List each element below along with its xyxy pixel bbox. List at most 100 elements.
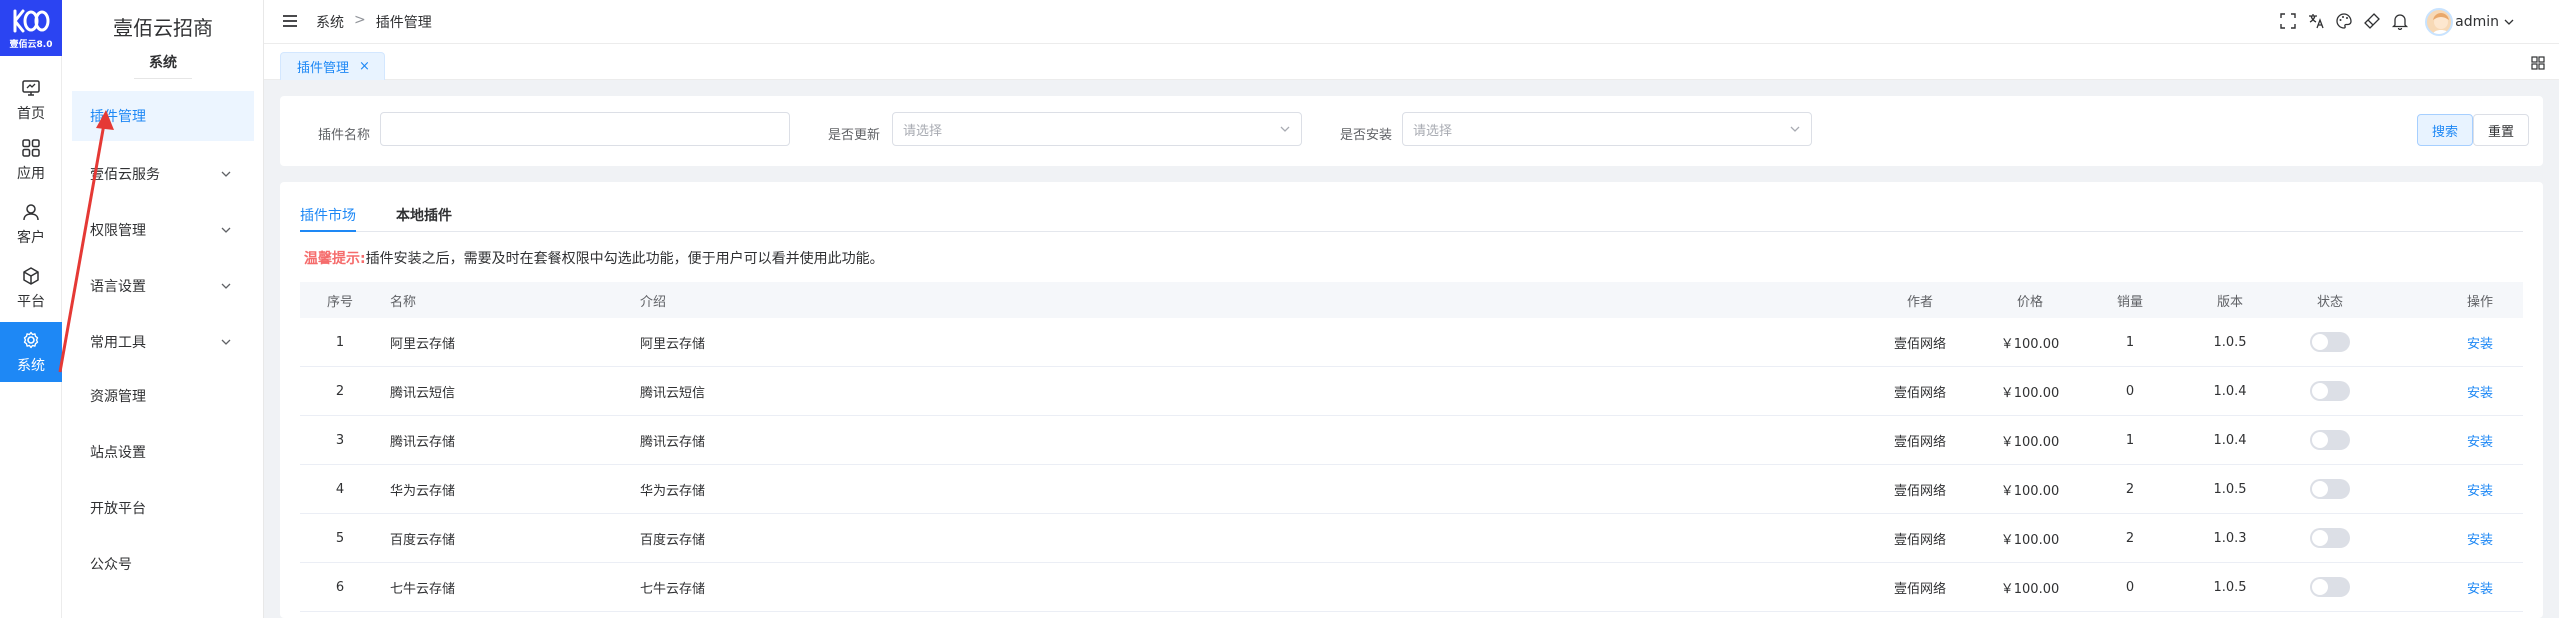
cell-action: 安装 xyxy=(2420,514,2540,562)
table-row: 6 七牛云存储 七牛云存储 壹佰网络 ￥100.00 0 1.0.5 安装 xyxy=(300,563,2523,612)
tab-plugin-market[interactable]: 插件市场 xyxy=(300,202,356,232)
icon-rail: 壹佰云8.0 首页 应用 客户 平台 系统 xyxy=(0,0,62,618)
sidebar-title: 壹佰云招商 xyxy=(113,16,213,40)
sidebar-item-resources[interactable]: 资源管理 xyxy=(72,371,254,421)
cell-intro: 腾讯云存储 xyxy=(640,434,706,450)
apps-icon xyxy=(22,138,40,157)
search-panel: 插件名称 是否更新 请选择 是否安装 请选择 搜索 重置 xyxy=(280,96,2543,166)
clean-icon[interactable] xyxy=(2363,12,2381,30)
cell-no: 5 xyxy=(335,530,345,546)
rail-item-home[interactable]: 首页 xyxy=(0,70,62,130)
install-link[interactable]: 安装 xyxy=(2467,431,2493,450)
cell-status xyxy=(2270,514,2390,562)
cell-author: 壹佰网络 xyxy=(1893,434,1946,450)
cell-action: 安装 xyxy=(2420,465,2540,513)
sidebar-item-wechat[interactable]: 公众号 xyxy=(72,539,254,589)
install-link[interactable]: 安装 xyxy=(2467,529,2493,548)
grid-menu-icon[interactable] xyxy=(2531,56,2545,70)
logo-version: 壹佰云8.0 xyxy=(9,39,53,50)
chevron-down-icon xyxy=(1280,126,1290,132)
install-link[interactable]: 安装 xyxy=(2467,333,2493,352)
breadcrumb-separator: > xyxy=(354,12,366,28)
sidebar-item-label: 公众号 xyxy=(90,557,132,573)
status-toggle[interactable] xyxy=(2310,430,2350,450)
cube-icon xyxy=(23,266,39,285)
status-toggle[interactable] xyxy=(2310,381,2350,401)
status-toggle[interactable] xyxy=(2310,528,2350,548)
col-header-action: 操作 xyxy=(2466,294,2493,310)
cell-no: 3 xyxy=(335,432,345,448)
gear-icon xyxy=(23,331,39,348)
install-filter-label: 是否安装 xyxy=(1340,128,1393,143)
sidebar-item-label: 常用工具 xyxy=(90,335,146,351)
table-row: 3 腾讯云存储 腾讯云存储 壹佰网络 ￥100.00 1 1.0.4 安装 xyxy=(300,416,2523,465)
breadcrumb-item[interactable]: 系统 xyxy=(316,12,344,32)
sidebar-section-title: 系统 xyxy=(134,52,192,79)
rail-label: 应用 xyxy=(17,165,45,182)
col-header-no: 序号 xyxy=(326,294,353,310)
chevron-down-icon[interactable] xyxy=(2503,16,2515,28)
status-toggle[interactable] xyxy=(2310,577,2350,597)
plugin-name-input[interactable] xyxy=(380,112,790,146)
plugin-tabs: 插件市场 本地插件 xyxy=(300,202,2523,232)
install-link[interactable]: 安装 xyxy=(2467,382,2493,401)
search-button[interactable]: 搜索 xyxy=(2417,114,2473,146)
sidebar-item-yibaiyun-service[interactable]: 壹佰云服务 xyxy=(72,149,254,199)
col-header-name: 名称 xyxy=(390,294,417,310)
plugin-card: 插件市场 本地插件 温馨提示:插件安装之后，需要及时在套餐权限中勾选此功能，便于… xyxy=(280,182,2543,618)
sidebar-item-permission[interactable]: 权限管理 xyxy=(72,205,254,255)
avatar[interactable] xyxy=(2425,8,2453,36)
fullscreen-icon[interactable] xyxy=(2279,12,2297,30)
cell-status xyxy=(2270,367,2390,415)
chevron-down-icon xyxy=(221,339,231,345)
cell-author: 壹佰网络 xyxy=(1893,483,1946,499)
cell-no: 4 xyxy=(335,481,345,497)
sidebar-item-label: 插件管理 xyxy=(90,109,146,125)
tip-prefix: 温馨提示: xyxy=(304,251,366,267)
plugin-name-label: 插件名称 xyxy=(318,128,371,143)
logo-mark-icon xyxy=(10,7,52,35)
monitor-icon xyxy=(22,79,40,96)
sidebar-item-label: 权限管理 xyxy=(90,223,146,239)
menu-toggle-icon[interactable] xyxy=(282,14,298,28)
sidebar-item-label: 壹佰云服务 xyxy=(90,167,160,183)
install-filter-select[interactable]: 请选择 xyxy=(1402,112,1812,146)
close-icon[interactable]: × xyxy=(359,59,370,74)
rail-item-system[interactable]: 系统 xyxy=(0,322,62,382)
chevron-down-icon xyxy=(221,171,231,177)
tags-bar: 插件管理 × xyxy=(264,44,2559,80)
rail-item-apps[interactable]: 应用 xyxy=(0,130,62,190)
status-toggle[interactable] xyxy=(2310,332,2350,352)
username[interactable]: admin xyxy=(2455,14,2499,30)
update-filter-select[interactable]: 请选择 xyxy=(892,112,1302,146)
rail-item-customer[interactable]: 客户 xyxy=(0,194,62,254)
cell-author: 壹佰网络 xyxy=(1893,532,1946,548)
cell-author: 壹佰网络 xyxy=(1893,581,1946,597)
install-link[interactable]: 安装 xyxy=(2467,578,2493,597)
app-logo[interactable]: 壹佰云8.0 xyxy=(0,0,62,56)
translate-icon[interactable] xyxy=(2307,12,2325,30)
cell-name: 腾讯云短信 xyxy=(390,385,456,401)
sidebar-item-tools[interactable]: 常用工具 xyxy=(72,317,254,367)
tab-local-plugins[interactable]: 本地插件 xyxy=(396,202,452,232)
tab-plugin-management[interactable]: 插件管理 × xyxy=(280,52,385,80)
sidebar-item-open-platform[interactable]: 开放平台 xyxy=(72,483,254,533)
rail-label: 平台 xyxy=(17,293,45,310)
sidebar-item-language[interactable]: 语言设置 xyxy=(72,261,254,311)
status-toggle[interactable] xyxy=(2310,479,2350,499)
cell-author: 壹佰网络 xyxy=(1893,385,1946,401)
palette-icon[interactable] xyxy=(2335,12,2353,30)
install-link[interactable]: 安装 xyxy=(2467,480,2493,499)
sidebar-item-label: 资源管理 xyxy=(90,389,146,405)
col-header-author: 作者 xyxy=(1906,294,1933,310)
rail-label: 客户 xyxy=(17,229,45,246)
sidebar-item-site-settings[interactable]: 站点设置 xyxy=(72,427,254,477)
breadcrumb: 系统 > 插件管理 xyxy=(316,12,432,32)
cell-name: 七牛云存储 xyxy=(390,581,456,597)
bell-icon[interactable] xyxy=(2391,12,2409,30)
rail-item-platform[interactable]: 平台 xyxy=(0,258,62,318)
cell-action: 安装 xyxy=(2420,367,2540,415)
reset-button[interactable]: 重置 xyxy=(2473,114,2529,146)
sidebar-item-plugin-management[interactable]: 插件管理 xyxy=(72,91,254,141)
cell-action: 安装 xyxy=(2420,416,2540,464)
